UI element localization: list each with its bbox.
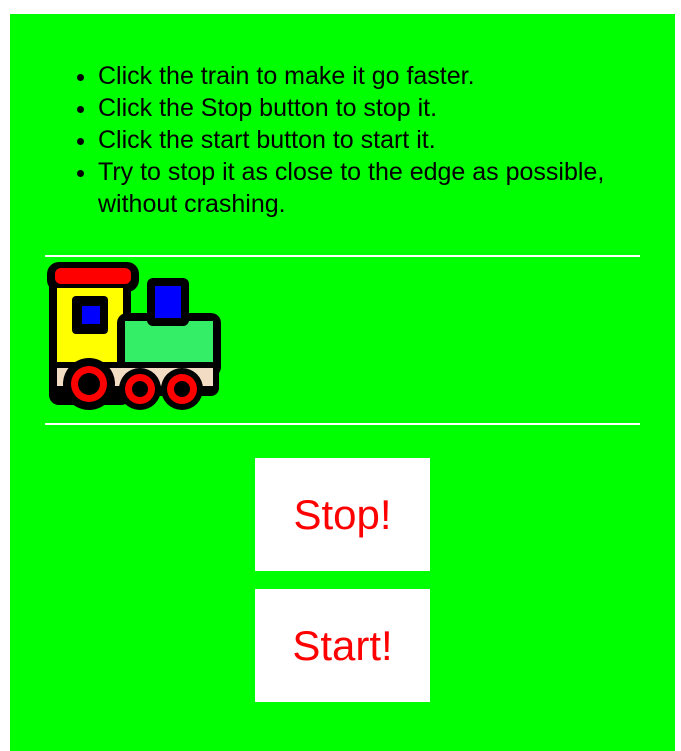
stop-button[interactable]: Stop! [255, 458, 430, 571]
train-track [45, 255, 640, 425]
instruction-item: Click the start button to start it. [98, 124, 618, 156]
instruction-item: Try to stop it as close to the edge as p… [98, 156, 618, 220]
start-button[interactable]: Start! [255, 589, 430, 702]
instruction-item: Click the train to make it go faster. [98, 60, 618, 92]
instruction-item: Click the Stop button to stop it. [98, 92, 618, 124]
instructions-list: Click the train to make it go faster. Cl… [60, 60, 618, 220]
toy-train-icon[interactable] [45, 258, 223, 420]
game-panel: Click the train to make it go faster. Cl… [10, 14, 675, 751]
